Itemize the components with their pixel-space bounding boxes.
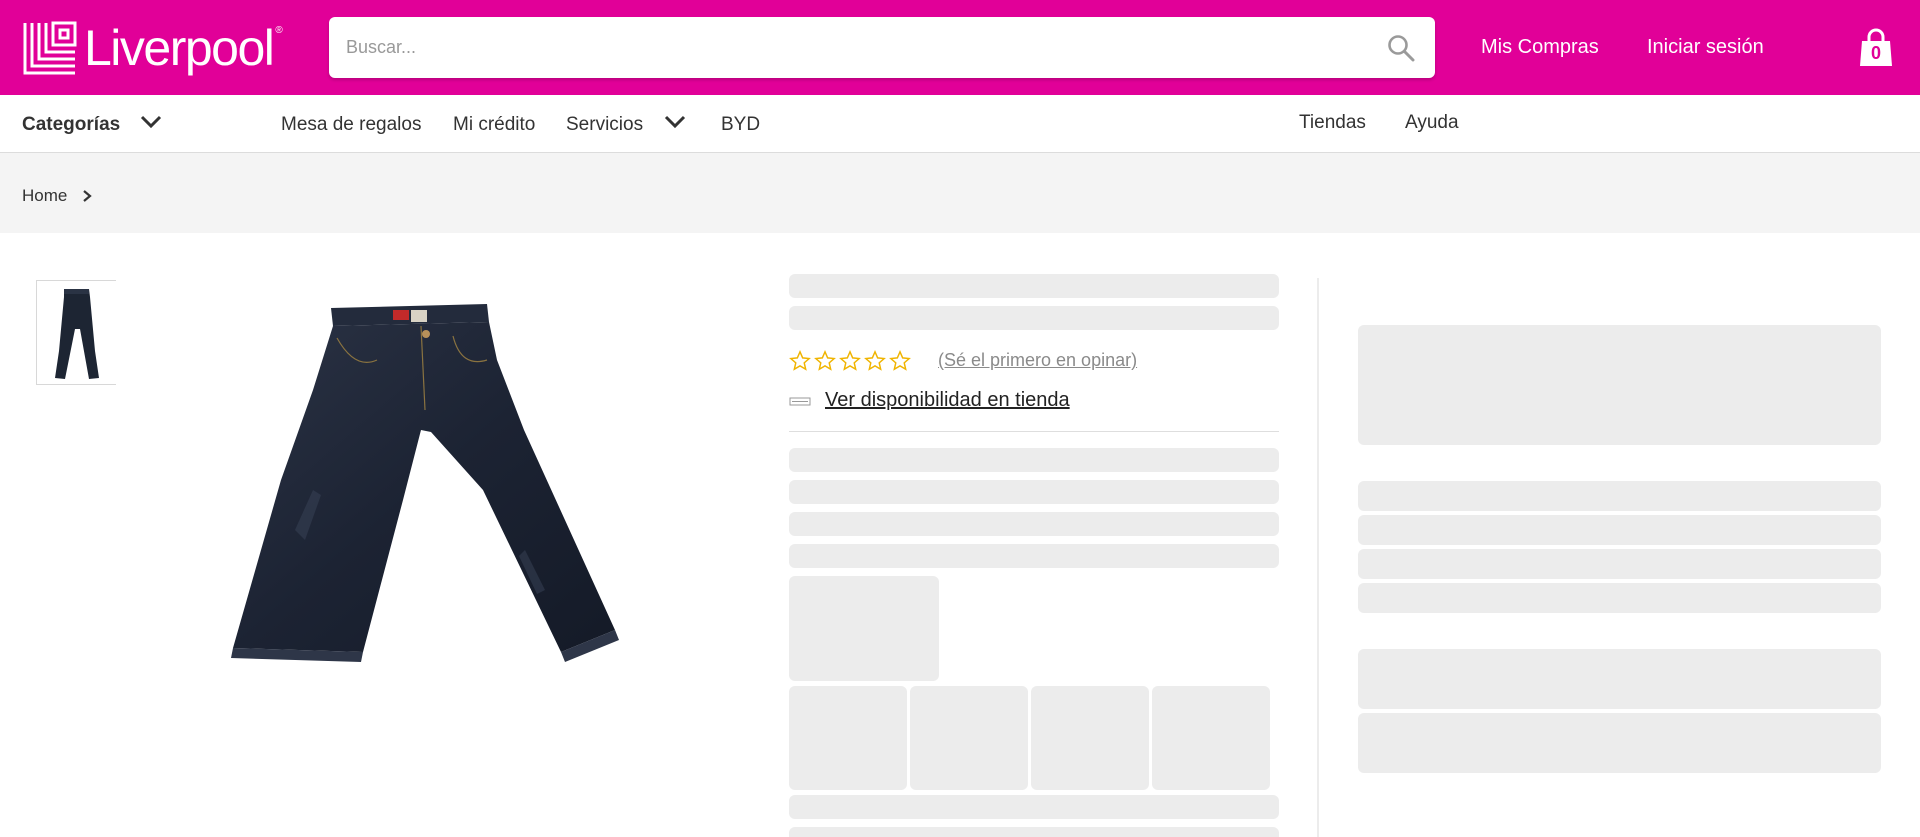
liverpool-logo[interactable]: Liverpool ® [22,18,283,78]
info-skeleton [789,827,1279,837]
product-main-image[interactable] [225,290,625,670]
chevron-right-icon [83,190,92,202]
chevron-down-icon[interactable] [664,115,686,129]
info-skeleton [789,795,1279,819]
seller-skeleton [1358,549,1881,579]
star-outline-icon [789,350,811,371]
search-bar [329,17,1435,78]
buy-now-skeleton [1358,713,1881,773]
nav-categorias[interactable]: Categorías [22,114,120,136]
star-outline-icon [814,350,836,371]
rating-stars[interactable] [789,350,911,372]
price-skeleton [789,480,1279,504]
section-divider [789,431,1279,432]
column-divider [1317,278,1319,837]
color-swatch-skeleton [789,576,939,681]
nav-mi-credito[interactable]: Mi crédito [453,114,535,136]
price-skeleton [789,448,1279,472]
top-header: Liverpool ® Mis Compras Iniciar sesión 0 [0,0,1920,95]
nav-servicios[interactable]: Servicios [566,114,643,136]
chevron-down-icon[interactable] [140,115,162,129]
title-skeleton [789,306,1279,330]
cart-button[interactable]: 0 [1858,28,1894,68]
size-option-skeleton [789,686,907,790]
star-outline-icon [864,350,886,371]
nav-tiendas[interactable]: Tiendas [1299,112,1366,134]
seller-skeleton [1358,583,1881,613]
mis-compras-link[interactable]: Mis Compras [1481,36,1599,59]
product-thumbnail[interactable] [36,280,116,385]
jeans-thumbnail-image [55,289,99,379]
delivery-box-skeleton [1358,325,1881,445]
size-option-skeleton [910,686,1028,790]
star-outline-icon [889,350,911,371]
cart-count: 0 [1870,43,1881,63]
iniciar-sesion-link[interactable]: Iniciar sesión [1647,36,1764,59]
seller-skeleton [1358,481,1881,511]
search-input[interactable] [346,17,1386,78]
breadcrumb-home[interactable]: Home [22,186,67,206]
brand-name: Liverpool [84,20,275,76]
store-availability-link[interactable]: Ver disponibilidad en tienda [825,389,1070,412]
price-skeleton [789,512,1279,536]
brand-reg: ® [275,24,283,36]
breadcrumb: Home [0,153,1920,233]
size-option-skeleton [1152,686,1270,790]
store-icon [789,397,811,406]
first-review-link[interactable]: (Sé el primero en opinar) [938,350,1137,371]
title-skeleton [789,274,1279,298]
size-option-skeleton [1031,686,1149,790]
star-outline-icon [839,350,861,371]
search-icon[interactable] [1387,34,1415,62]
logo-mark-icon [23,21,77,75]
main-nav: Categorías Mesa de regalos Mi crédito Se… [0,95,1920,153]
nav-byd[interactable]: BYD [721,114,760,136]
add-to-cart-skeleton [1358,649,1881,709]
price-skeleton [789,544,1279,568]
nav-ayuda[interactable]: Ayuda [1405,112,1459,134]
nav-mesa-de-regalos[interactable]: Mesa de regalos [281,114,421,136]
seller-skeleton [1358,515,1881,545]
